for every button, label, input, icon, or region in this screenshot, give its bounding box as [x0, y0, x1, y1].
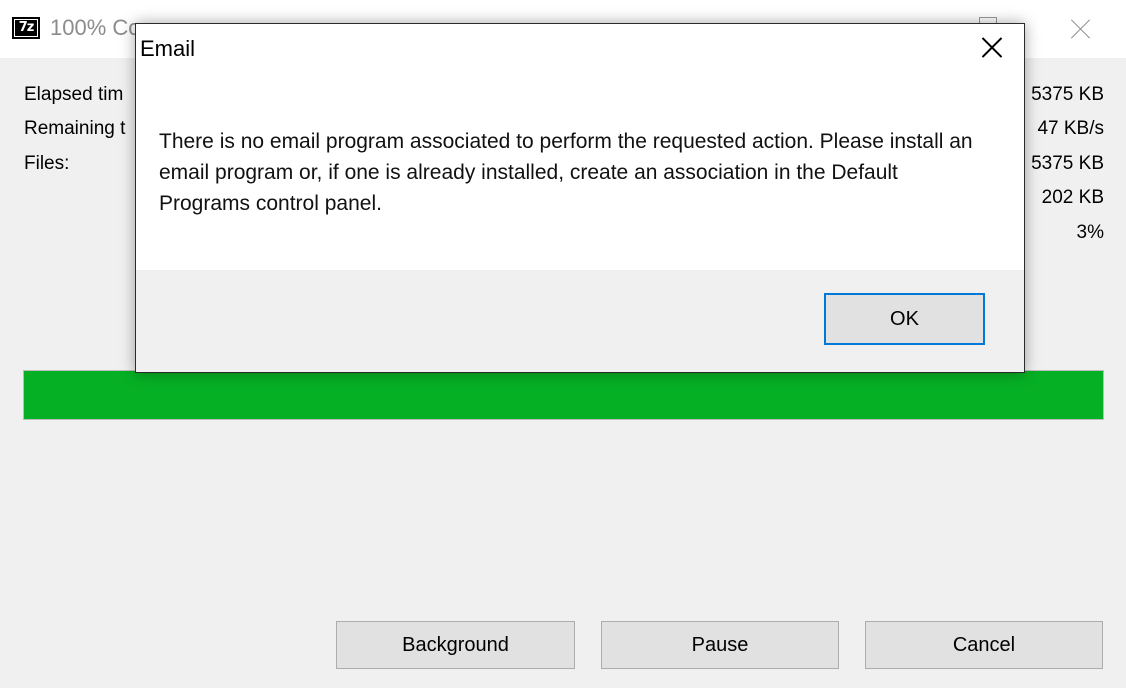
ok-button[interactable]: OK: [824, 293, 985, 345]
email-dialog: Email There is no email program associat…: [135, 23, 1025, 373]
dialog-title: Email: [140, 36, 196, 61]
files-label: Files:: [24, 153, 70, 174]
compression-ratio-value: 3%: [1076, 222, 1104, 243]
speed-value: 47 KB/s: [1037, 118, 1104, 139]
remaining-time-label: Remaining t: [24, 118, 126, 139]
window-title: 100% Co: [50, 15, 141, 40]
total-size-value: 5375 KB: [1031, 84, 1104, 105]
dialog-message: There is no email program associated to …: [159, 130, 973, 215]
dialog-close-button[interactable]: [970, 24, 1024, 70]
dialog-footer: OK: [136, 270, 1024, 372]
background-button[interactable]: Background: [336, 621, 575, 669]
packed-size-value: 202 KB: [1041, 187, 1104, 208]
progress-bar: [23, 370, 1104, 420]
elapsed-time-label: Elapsed tim: [24, 84, 124, 105]
processed-value: 5375 KB: [1031, 153, 1104, 174]
7zip-icon: 7z: [12, 17, 40, 39]
cancel-button[interactable]: Cancel: [865, 621, 1103, 669]
window-close-button[interactable]: [1052, 0, 1110, 58]
pause-button[interactable]: Pause: [601, 621, 839, 669]
7zip-icon-text: 7z: [15, 20, 37, 36]
progress-bar-fill: [24, 371, 1103, 419]
